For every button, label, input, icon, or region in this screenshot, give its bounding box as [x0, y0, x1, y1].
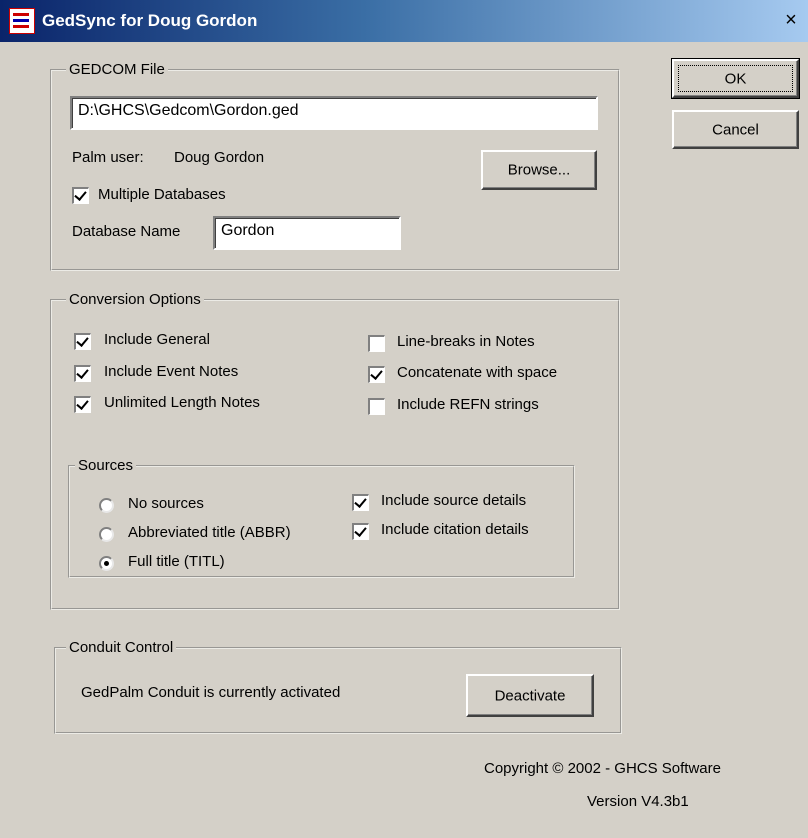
- browse-button[interactable]: Browse...: [481, 150, 597, 190]
- include-event-notes-checkbox[interactable]: Include Event Notes: [74, 363, 294, 383]
- gedcom-file-legend: GEDCOM File: [66, 61, 168, 78]
- include-general-checkmark[interactable]: [74, 333, 91, 350]
- radio-no-sources[interactable]: No sources: [99, 495, 259, 515]
- radio-full-title-dot[interactable]: [99, 556, 114, 571]
- deactivate-button-label: Deactivate: [494, 687, 566, 704]
- gedcom-path-input[interactable]: D:\GHCS\Gedcom\Gordon.ged: [70, 96, 598, 130]
- include-citation-details-label: Include citation details: [381, 521, 529, 538]
- database-name-label: Database Name: [72, 223, 181, 240]
- concatenate-checkmark[interactable]: [368, 366, 385, 383]
- unlimited-length-notes-checkbox[interactable]: Unlimited Length Notes: [74, 394, 314, 414]
- include-refn-checkmark[interactable]: [368, 398, 385, 415]
- radio-abbreviated-title-label: Abbreviated title (ABBR): [128, 524, 291, 541]
- line-breaks-checkmark[interactable]: [368, 335, 385, 352]
- conduit-control-legend: Conduit Control: [66, 639, 177, 656]
- include-source-details-checkmark[interactable]: [352, 494, 369, 511]
- radio-abbreviated-title-dot[interactable]: [99, 527, 114, 542]
- radio-abbreviated-title[interactable]: Abbreviated title (ABBR): [99, 524, 339, 544]
- multiple-databases-checkmark[interactable]: [72, 187, 89, 204]
- include-event-notes-label: Include Event Notes: [104, 363, 239, 380]
- concatenate-label: Concatenate with space: [397, 364, 558, 381]
- ok-button[interactable]: OK: [671, 58, 800, 99]
- unlimited-length-notes-checkmark[interactable]: [74, 396, 91, 413]
- include-event-notes-checkmark[interactable]: [74, 365, 91, 382]
- browse-button-label: Browse...: [507, 161, 571, 179]
- radio-full-title[interactable]: Full title (TITL): [99, 553, 279, 573]
- database-name-input[interactable]: Gordon: [213, 216, 401, 250]
- close-icon[interactable]: ×: [780, 9, 802, 31]
- include-source-details-label: Include source details: [381, 492, 527, 509]
- ok-button-label: OK: [724, 70, 747, 87]
- radio-full-title-label: Full title (TITL): [128, 553, 225, 570]
- app-icon[interactable]: [9, 8, 35, 34]
- deactivate-button[interactable]: Deactivate: [466, 674, 594, 717]
- version-text: Version V4.3b1: [587, 793, 689, 810]
- unlimited-length-notes-label: Unlimited Length Notes: [104, 394, 260, 411]
- window-title: GedSync for Doug Gordon: [42, 11, 258, 30]
- multiple-databases-label: Multiple Databases: [98, 186, 226, 203]
- title-bar[interactable]: GedSync for Doug Gordon ×: [0, 0, 808, 42]
- line-breaks-label: Line-breaks in Notes: [397, 333, 535, 350]
- conversion-options-legend: Conversion Options: [66, 291, 204, 308]
- sources-legend: Sources: [75, 457, 137, 474]
- include-citation-details-checkmark[interactable]: [352, 523, 369, 540]
- radio-no-sources-dot[interactable]: [99, 498, 114, 513]
- include-citation-details-checkbox[interactable]: Include citation details: [352, 521, 567, 541]
- include-refn-label: Include REFN strings: [397, 396, 539, 413]
- multiple-databases-checkbox[interactable]: Multiple Databases: [72, 186, 262, 206]
- cancel-button-label: Cancel: [712, 121, 759, 138]
- include-general-checkbox[interactable]: Include General: [74, 331, 274, 351]
- palm-user-label: Palm user:: [72, 149, 144, 166]
- copyright-text: Copyright © 2002 - GHCS Software: [484, 760, 721, 777]
- include-source-details-checkbox[interactable]: Include source details: [352, 492, 567, 512]
- include-refn-checkbox[interactable]: Include REFN strings: [368, 396, 588, 416]
- line-breaks-checkbox[interactable]: Line-breaks in Notes: [368, 333, 588, 353]
- radio-no-sources-label: No sources: [128, 495, 204, 512]
- palm-user-value: Doug Gordon: [174, 149, 265, 166]
- concatenate-checkbox[interactable]: Concatenate with space: [368, 364, 608, 384]
- conduit-status-text: GedPalm Conduit is currently activated: [81, 684, 341, 701]
- include-general-label: Include General: [104, 331, 210, 348]
- cancel-button[interactable]: Cancel: [672, 110, 799, 149]
